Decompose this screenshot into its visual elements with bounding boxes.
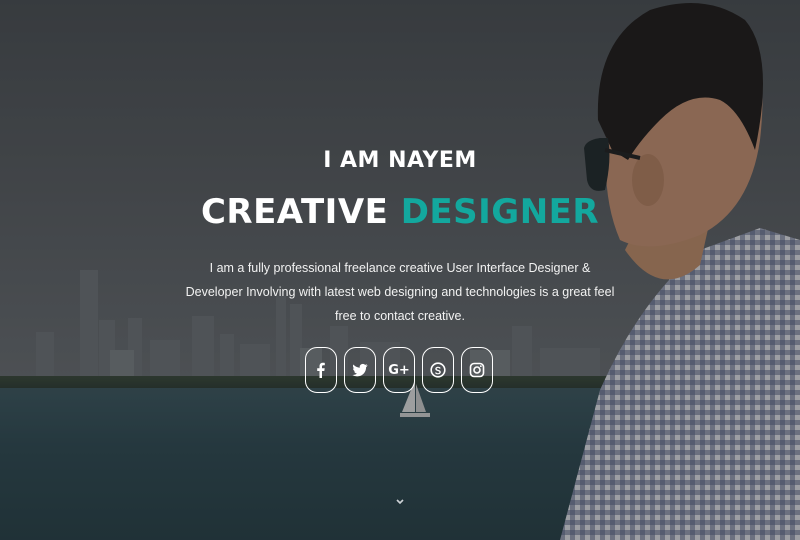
chevron-down-icon[interactable]	[393, 497, 407, 507]
hero-content: I AM NAYEM CREATIVE DESIGNER I am a full…	[0, 0, 800, 540]
hero-intro: I AM NAYEM	[323, 148, 477, 173]
google-plus-icon: G+	[388, 362, 410, 378]
instagram-icon	[469, 362, 485, 378]
facebook-link[interactable]	[305, 347, 337, 393]
headline-main: CREATIVE	[200, 192, 389, 232]
hero-headline: CREATIVE DESIGNER	[0, 192, 800, 232]
skype-link[interactable]	[422, 347, 454, 393]
twitter-icon	[352, 363, 368, 377]
twitter-link[interactable]	[344, 347, 376, 393]
instagram-link[interactable]	[461, 347, 493, 393]
headline-accent: DESIGNER	[400, 192, 600, 232]
facebook-icon	[317, 362, 325, 378]
hero-description: I am a fully professional freelance crea…	[185, 261, 615, 323]
skype-icon	[430, 362, 446, 378]
google-plus-link[interactable]: G+	[383, 347, 415, 393]
social-links: G+	[305, 347, 495, 395]
